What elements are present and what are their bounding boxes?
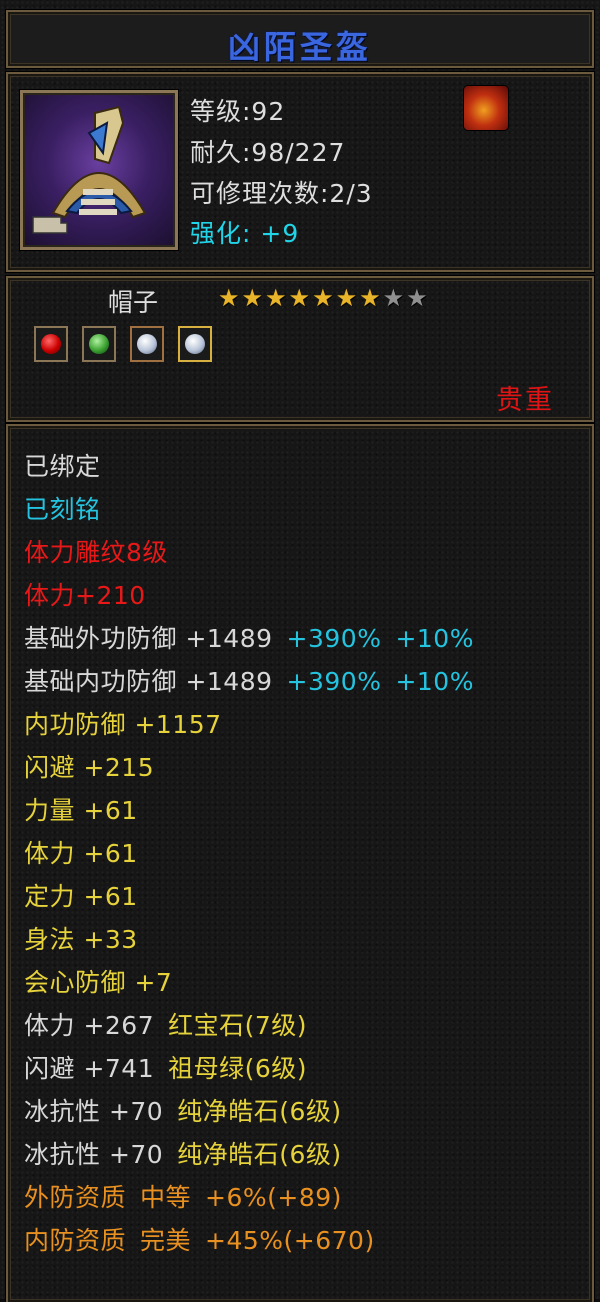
attribute-text: 会心防御 +7 (24, 968, 173, 997)
title-bar: 凶陌圣盔 (6, 10, 594, 68)
attribute-text: +390% (286, 624, 382, 653)
attribute-row: 基础外功防御 +1489 +390% +10% (24, 624, 474, 654)
attribute-row: 体力+210 (24, 581, 146, 611)
rank-emblem-icon (464, 86, 508, 130)
star-filled-icon: ★ (218, 284, 242, 312)
green-gem-icon[interactable] (82, 326, 116, 362)
attribute-text: +10% (395, 667, 474, 696)
attribute-text: 体力 +267 (24, 1011, 155, 1040)
attribute-text: 中等 (140, 1183, 192, 1212)
white-gem-icon[interactable] (130, 326, 164, 362)
attribute-text: 力量 +61 (24, 796, 138, 825)
attribute-text: +10% (395, 624, 474, 653)
item-title: 凶陌圣盔 (227, 28, 372, 66)
attribute-text: 体力+210 (24, 581, 146, 610)
white-gem-icon[interactable] (178, 326, 212, 362)
attribute-row: 体力雕纹8级 (24, 538, 168, 568)
attribute-text: 纯净皓石(6级) (177, 1140, 342, 1169)
attribute-row: 内防资质 完美 +45%(+670) (24, 1226, 375, 1256)
attribute-row: 会心防御 +7 (24, 968, 172, 998)
star-rating: ★★★★★★★★★ (218, 286, 430, 310)
attribute-row: 基础内功防御 +1489 +390% +10% (24, 667, 474, 697)
attribute-row: 体力 +267 红宝石(7级) (24, 1011, 307, 1041)
star-filled-icon: ★ (241, 284, 266, 312)
star-empty-icon: ★ (382, 284, 407, 312)
attribute-text: 体力 +61 (24, 839, 138, 868)
attribute-text: 内功防御 +1157 (24, 710, 222, 739)
attribute-row: 已刻铭 (24, 495, 101, 525)
attribute-text: 身法 +33 (24, 925, 138, 954)
star-filled-icon: ★ (288, 284, 313, 312)
attribute-text: 体力雕纹8级 (24, 538, 168, 567)
attribute-row: 闪避 +215 (24, 753, 154, 783)
attribute-text: +390% (286, 667, 382, 696)
attribute-text: 基础外功防御 +1489 (24, 624, 273, 653)
attribute-row: 力量 +61 (24, 796, 138, 826)
attribute-text: 内防资质 (24, 1226, 127, 1255)
attribute-row: 定力 +61 (24, 882, 138, 912)
star-filled-icon: ★ (265, 284, 289, 312)
attribute-text: 基础内功防御 +1489 (24, 667, 273, 696)
attribute-row: 内功防御 +1157 (24, 710, 222, 740)
attribute-text: 冰抗性 +70 (24, 1140, 164, 1169)
attribute-row: 体力 +61 (24, 839, 138, 869)
item-tooltip: 凶陌圣盔 等级:92 耐久:98/227 可修理次数:2/3 强化: +9 帽子… (0, 0, 600, 1302)
item-level: 等级:92 (190, 97, 286, 126)
attribute-row: 已绑定 (24, 452, 101, 482)
attribute-text: +45%(+670) (205, 1226, 375, 1255)
attribute-text: 闪避 +215 (24, 753, 155, 782)
star-filled-icon: ★ (312, 284, 336, 312)
attribute-text: 已绑定 (24, 452, 101, 481)
item-type: 帽子 (108, 288, 159, 317)
star-filled-icon: ★ (359, 284, 383, 312)
rarity-label: 贵重 (496, 385, 554, 416)
attribute-text: 冰抗性 +70 (24, 1097, 164, 1126)
attribute-text: 定力 +61 (24, 882, 138, 911)
attribute-text: 完美 (140, 1226, 192, 1255)
red-gem-icon[interactable] (34, 326, 68, 362)
attribute-text: 红宝石(7级) (168, 1011, 308, 1040)
star-empty-icon: ★ (406, 284, 430, 312)
attribute-text: 祖母绿(6级) (168, 1054, 308, 1083)
item-enhance: 强化: +9 (190, 219, 300, 248)
attribute-text: 外防资质 (24, 1183, 127, 1212)
attribute-row: 外防资质 中等 +6%(+89) (24, 1183, 342, 1213)
attribute-row: 冰抗性 +70 纯净皓石(6级) (24, 1140, 342, 1170)
item-repair-count: 可修理次数:2/3 (190, 179, 373, 208)
helmet-icon (20, 90, 178, 250)
item-durability: 耐久:98/227 (190, 138, 346, 167)
attribute-text: 纯净皓石(6级) (177, 1097, 342, 1126)
attribute-text: +6%(+89) (205, 1183, 342, 1212)
attribute-row: 闪避 +741 祖母绿(6级) (24, 1054, 307, 1084)
star-filled-icon: ★ (335, 284, 360, 312)
attribute-text: 已刻铭 (24, 495, 101, 524)
attribute-row: 冰抗性 +70 纯净皓石(6级) (24, 1097, 342, 1127)
attribute-text: 闪避 +741 (24, 1054, 155, 1083)
attribute-row: 身法 +33 (24, 925, 138, 955)
